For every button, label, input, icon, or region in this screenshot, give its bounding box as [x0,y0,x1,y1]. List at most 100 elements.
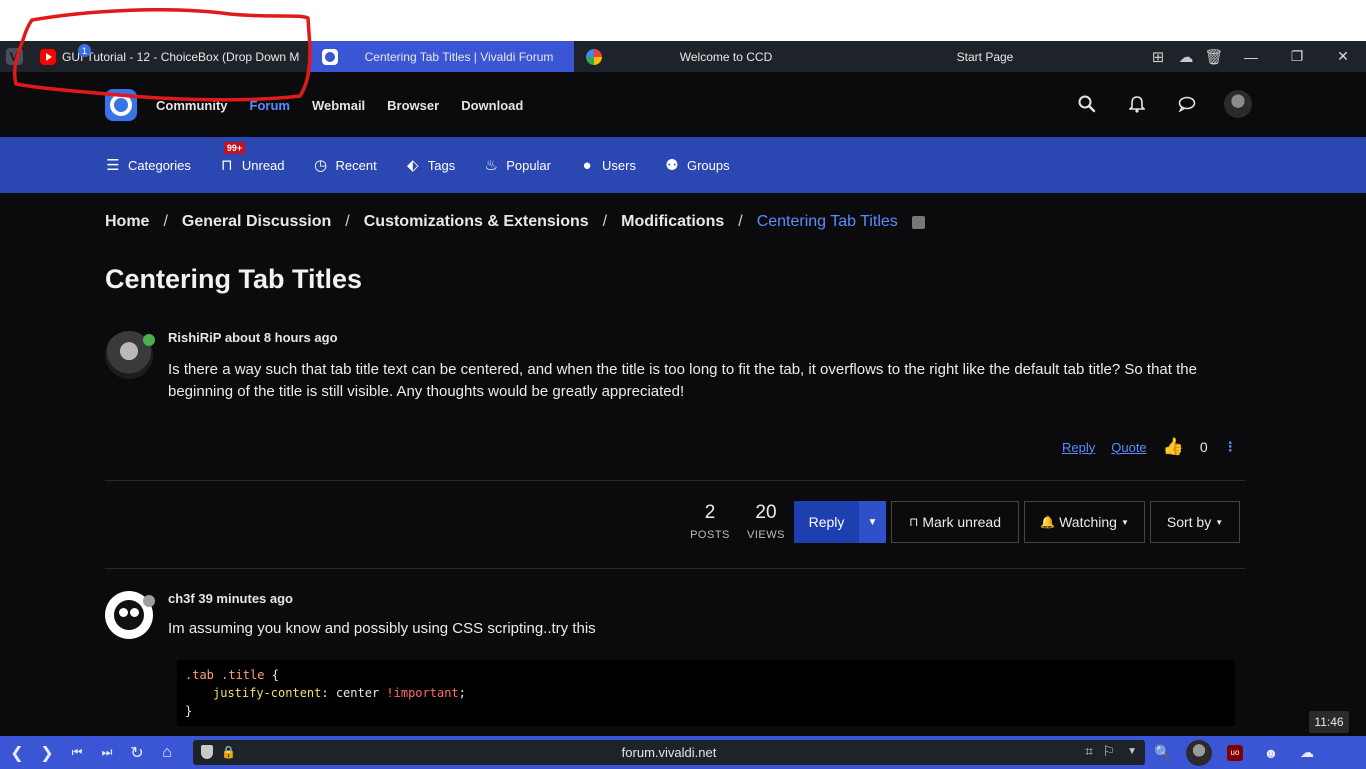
shield-icon[interactable] [201,745,213,759]
tab-ccd[interactable]: Welcome to CCD [574,41,844,72]
tab-title: Centering Tab Titles | Vivaldi Forum [364,49,554,64]
code-block: .tab .title { justify-content: center !i… [177,660,1235,726]
bell-icon[interactable] [1124,91,1150,117]
mark-unread-label: Mark unread [922,514,1001,530]
nav-community[interactable]: Community [156,98,228,113]
sub-nav-groups[interactable]: ⚉ Groups [664,156,729,174]
sub-nav-recent[interactable]: ◷ Recent [313,156,377,174]
reply-button[interactable]: Reply [794,501,859,543]
vivaldi-forum-logo-icon[interactable] [105,89,137,121]
post-body: Im assuming you know and possibly using … [168,620,596,637]
extension-button[interactable]: ☁ [1294,740,1320,766]
more-options-icon[interactable]: ⋮ [1224,439,1237,455]
code-open-brace: { [264,668,279,682]
home-icon: ⌂ [162,743,172,761]
tab-vivaldi-forum[interactable]: Centering Tab Titles | Vivaldi Forum [310,41,574,72]
lock-icon[interactable]: 🔒 [221,745,236,759]
user-avatar[interactable] [1224,90,1252,118]
new-tab-button[interactable]: ⊞ [1144,41,1172,72]
thumbs-up-icon[interactable]: 👍 [1163,437,1184,457]
trash-button[interactable]: 🗑 [1200,41,1228,72]
tab-title: GUI Tutorial - 12 - ChoiceBox (Drop Down… [62,49,300,64]
reply-link[interactable]: Reply [1062,440,1095,455]
back-button[interactable]: ❮ [2,736,32,769]
offline-status-dot [143,595,155,607]
rss-icon[interactable] [911,215,925,229]
chat-icon[interactable] [1174,91,1200,117]
main-nav: Community Forum Webmail Browser Download [156,98,523,113]
forward-button[interactable]: ❯ [32,736,62,769]
url-input[interactable]: 🔒 forum.vivaldi.net ⌗ ⚐ ▼ [193,740,1145,765]
profile-avatar[interactable] [1186,739,1212,766]
inbox-icon: ⊓ [221,157,233,174]
divider [105,568,1245,569]
online-status-dot [143,334,155,346]
sub-nav-users[interactable]: ● Users [579,157,635,174]
caret-down-icon: ▼ [867,516,878,528]
url-text: forum.vivaldi.net [621,745,717,760]
rewind-button[interactable]: ⏮ [62,736,92,769]
quote-link[interactable]: Quote [1111,440,1146,455]
nav-forum[interactable]: Forum [250,98,290,113]
search-button[interactable]: 🔍 [1150,740,1176,766]
sub-nav-tags[interactable]: ⬖ Tags [405,156,455,174]
post-time[interactable]: 39 minutes ago [198,591,293,606]
nav-download[interactable]: Download [461,98,523,113]
breadcrumb-modifications[interactable]: Modifications [621,213,724,231]
post-author[interactable]: RishiRiP [168,330,221,345]
address-bar-right: 🔍 uo ☻ ☁ [1150,736,1320,769]
bell-icon: 🔔 [1040,515,1056,529]
code-line: justify-content: center !important; [185,684,1227,702]
bookmark-icon[interactable]: ⚐ [1102,743,1115,760]
tab-youtube[interactable]: 1 GUI Tutorial - 12 - ChoiceBox (Drop Do… [28,41,310,72]
browser-tab-bar: V 1 GUI Tutorial - 12 - ChoiceBox (Drop … [0,41,1366,72]
close-icon: ✕ [1337,48,1349,64]
tabbar-controls: ⊞ ☁ 🗑 — ❐ ✕ [1114,41,1366,72]
minimize-icon: — [1244,48,1258,65]
fast-forward-button[interactable]: ⏭ [92,736,122,769]
breadcrumb-home[interactable]: Home [105,213,149,231]
home-button[interactable]: ⌂ [152,736,182,769]
ublock-button[interactable]: uo [1222,740,1248,766]
tab-start-page[interactable]: Start Page [844,41,1114,72]
forward-icon: ❯ [40,744,54,762]
nav-browser[interactable]: Browser [387,98,439,113]
reload-button[interactable]: ↻ [122,736,152,769]
posts-stat: 2 POSTS [688,502,732,541]
sub-nav-unread[interactable]: 99+ ⊓ Unread [219,142,285,174]
post-body: Is there a way such that tab title text … [168,361,1197,400]
sub-nav-label: Categories [128,157,191,173]
post-meta: RishiRiP about 8 hours ago [168,330,338,345]
posts-count: 2 [704,502,716,523]
breadcrumb-general-discussion[interactable]: General Discussion [182,213,331,231]
maximize-button[interactable]: ❐ [1274,41,1320,72]
forum-header: Community Forum Webmail Browser Download [0,72,1366,137]
code-property: justify-content [213,686,322,700]
extension-button[interactable]: ☻ [1258,740,1284,766]
watching-button[interactable]: 🔔 Watching ▼ [1024,501,1145,543]
close-button[interactable]: ✕ [1320,41,1366,72]
breadcrumb-separator: / [163,213,168,230]
search-icon[interactable] [1074,91,1100,117]
sync-button[interactable]: ☁ [1172,41,1200,72]
sort-by-button[interactable]: Sort by ▼ [1150,501,1240,543]
mark-unread-button[interactable]: ⊓ Mark unread [891,501,1019,543]
spy-icon: ☻ [1263,744,1279,761]
minimize-button[interactable]: — [1228,41,1274,72]
sub-nav-categories[interactable]: ☰ Categories [105,156,191,174]
cloud-icon: ☁ [1178,48,1194,66]
code-colon: : [321,686,329,700]
sub-nav-popular[interactable]: ♨ Popular [483,156,551,174]
qr-code-icon[interactable]: ⌗ [1085,743,1093,760]
chevron-down-icon[interactable]: ▼ [1127,746,1137,757]
reload-icon: ↻ [130,744,144,762]
nav-webmail[interactable]: Webmail [312,98,365,113]
post-author[interactable]: ch3f [168,591,195,606]
vivaldi-menu-button[interactable]: V [0,41,28,72]
post-meta: ch3f 39 minutes ago [168,591,293,606]
code-value: center [328,686,387,700]
reply-dropdown-button[interactable]: ▼ [859,501,886,543]
breadcrumb-customizations[interactable]: Customizations & Extensions [364,213,589,231]
post-time[interactable]: about 8 hours ago [225,330,338,345]
inbox-icon: ⊓ [909,515,919,529]
